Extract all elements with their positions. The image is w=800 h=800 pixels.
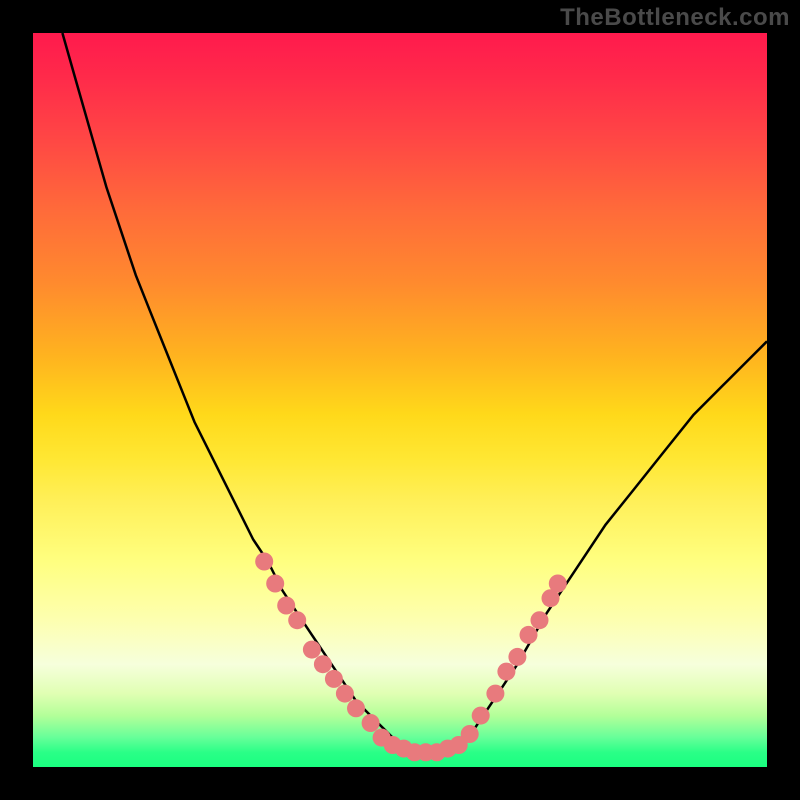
data-dot — [255, 553, 273, 571]
plot-area — [33, 33, 767, 767]
data-dot — [362, 714, 380, 732]
data-dot — [288, 611, 306, 629]
data-dot — [314, 655, 332, 673]
data-dot — [472, 707, 490, 725]
data-dot — [303, 641, 321, 659]
data-dot — [325, 670, 343, 688]
data-dots — [255, 553, 567, 762]
data-dot — [520, 626, 538, 644]
data-dot — [549, 575, 567, 593]
chart-frame: TheBottleneck.com — [0, 0, 800, 800]
bottleneck-curve — [62, 33, 767, 752]
data-dot — [508, 648, 526, 666]
data-dot — [266, 575, 284, 593]
data-dot — [347, 699, 365, 717]
data-dot — [497, 663, 515, 681]
data-dot — [486, 685, 504, 703]
watermark-text: TheBottleneck.com — [560, 4, 790, 32]
data-dot — [531, 611, 549, 629]
curve-overlay — [33, 33, 767, 767]
data-dot — [277, 597, 295, 615]
data-dot — [336, 685, 354, 703]
data-dot — [461, 725, 479, 743]
